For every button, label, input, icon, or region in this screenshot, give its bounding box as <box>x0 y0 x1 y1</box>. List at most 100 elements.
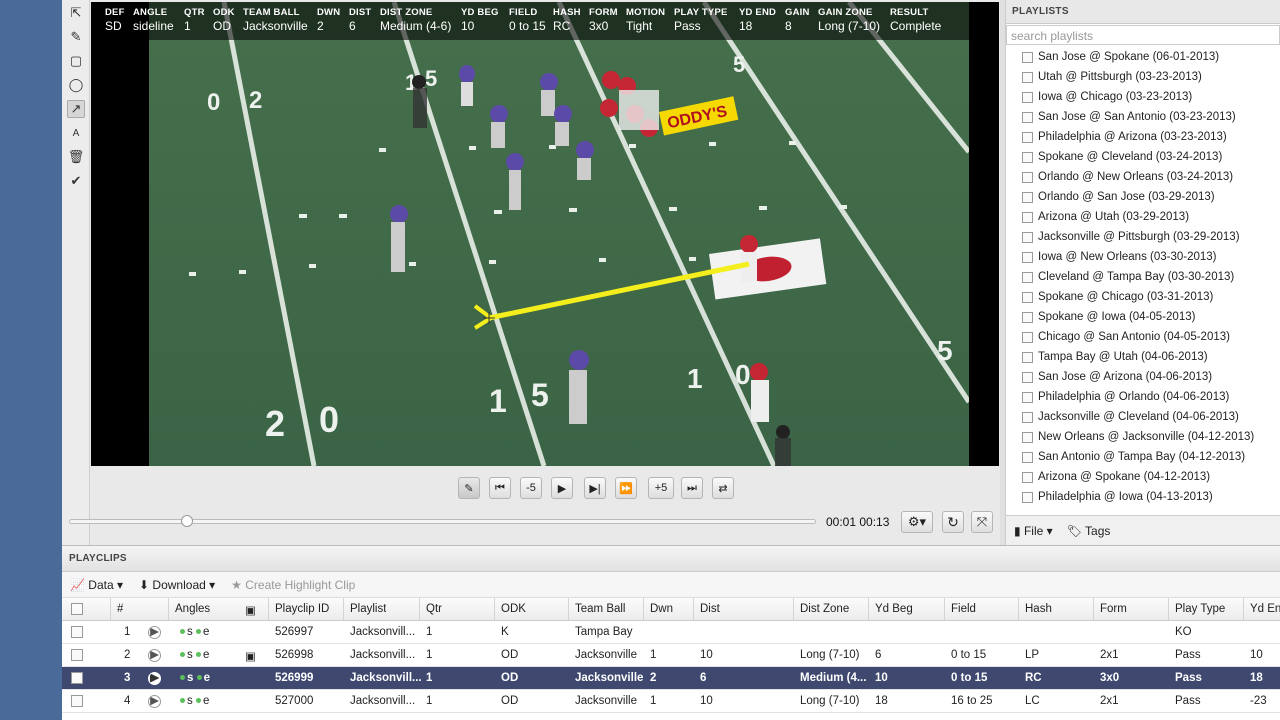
column-header[interactable]: Field <box>951 603 976 615</box>
column-header[interactable]: Team Ball <box>575 603 626 615</box>
row-checkbox[interactable] <box>71 649 83 661</box>
arrow-line-icon[interactable]: ↗ <box>67 100 85 118</box>
column-header[interactable]: Yd End <box>1250 603 1280 615</box>
trash-icon[interactable]: 🗑 <box>67 148 85 166</box>
playlist-item[interactable]: Tampa Bay @ Utah (04-06-2013) <box>1006 347 1280 367</box>
playlist-item[interactable]: Spokane @ Chicago (03-31-2013) <box>1006 287 1280 307</box>
play-button[interactable]: ▶ <box>551 477 573 499</box>
playlist-item[interactable]: Orlando @ San Jose (03-29-2013) <box>1006 187 1280 207</box>
download-menu-button[interactable]: ⬇ Download ▾ <box>139 578 215 592</box>
playlist-item[interactable]: San Jose @ Arizona (04-06-2013) <box>1006 367 1280 387</box>
file-menu-button[interactable]: ▮ File ▾ <box>1014 524 1053 538</box>
playlist-checkbox[interactable] <box>1022 211 1033 223</box>
playlist-checkbox[interactable] <box>1022 451 1033 463</box>
playlist-item[interactable]: Arizona @ Spokane (04-12-2013) <box>1006 467 1280 487</box>
column-header[interactable]: Playlist <box>350 603 386 615</box>
text-icon[interactable]: A <box>67 124 85 142</box>
next-clip-button[interactable]: ⏭ <box>681 477 703 499</box>
create-highlight-clip-button[interactable]: ★ Create Highlight Clip <box>231 578 355 592</box>
select-all-checkbox[interactable] <box>71 603 83 615</box>
playlist-checkbox[interactable] <box>1022 111 1033 123</box>
tags-button[interactable]: 🏷 Tags <box>1067 524 1111 538</box>
playlist-item[interactable]: Philadelphia @ Arizona (03-23-2013) <box>1006 127 1280 147</box>
column-header[interactable]: Hash <box>1025 603 1052 615</box>
playlist-checkbox[interactable] <box>1022 431 1033 443</box>
column-header[interactable]: # <box>117 603 123 615</box>
play-clip-icon[interactable]: ▶ <box>148 649 161 662</box>
back-5-button[interactable]: -5 <box>520 477 542 499</box>
play-clip-icon[interactable]: ▶ <box>148 626 161 639</box>
fast-forward-button[interactable]: ⏩ <box>615 477 637 499</box>
select-arrow-icon[interactable]: ⇱ <box>67 4 85 22</box>
playlist-checkbox[interactable] <box>1022 71 1033 83</box>
column-header[interactable]: Dist Zone <box>800 603 849 615</box>
playlist-checkbox[interactable] <box>1022 311 1033 323</box>
playlist-item[interactable]: Spokane @ Cleveland (03-24-2013) <box>1006 147 1280 167</box>
column-header[interactable]: Qtr <box>426 603 442 615</box>
playlist-item[interactable]: Chicago @ San Antonio (04-05-2013) <box>1006 327 1280 347</box>
row-checkbox[interactable] <box>71 672 83 684</box>
video-player[interactable]: 0 2 1 5 2 0 1 5 1 0 5 5 ODDY'S DEF SD AN… <box>91 2 999 466</box>
playlist-item[interactable]: San Antonio @ Tampa Bay (04-12-2013) <box>1006 447 1280 467</box>
playlist-checkbox[interactable] <box>1022 131 1033 143</box>
timeline-slider[interactable] <box>69 515 816 527</box>
playlist-item[interactable]: Utah @ Pittsburgh (03-23-2013) <box>1006 67 1280 87</box>
playlist-item[interactable]: Jacksonville @ Pittsburgh (03-29-2013) <box>1006 227 1280 247</box>
table-row[interactable]: ▶ 1 s e 526997 Jacksonvill... 1 K Tampa Bay KO <box>62 621 1280 644</box>
table-row[interactable]: ▶ 3 s e 526999 Jacksonvill... 1 OD Jacksonvill… <box>62 667 1280 690</box>
shuffle-button[interactable]: ⇄ <box>712 477 734 499</box>
playlist-item[interactable]: San Jose @ San Antonio (03-23-2013) <box>1006 107 1280 127</box>
play-clip-icon[interactable]: ▶ <box>148 672 161 685</box>
row-checkbox[interactable] <box>71 695 83 707</box>
column-header[interactable]: Playclip ID <box>275 603 329 615</box>
circle-icon[interactable]: ◯ <box>67 76 85 94</box>
playlist-checkbox[interactable] <box>1022 331 1033 343</box>
column-header[interactable]: Dist <box>700 603 720 615</box>
playlist-search-input[interactable]: search playlists <box>1006 25 1280 45</box>
play-clip-icon[interactable]: ▶ <box>148 695 161 708</box>
data-menu-button[interactable]: 📈 Data ▾ <box>70 578 123 592</box>
playlist-item[interactable]: San Jose @ Spokane (06-01-2013) <box>1006 47 1280 67</box>
playlist-checkbox[interactable] <box>1022 231 1033 243</box>
playlist-checkbox[interactable] <box>1022 351 1033 363</box>
step-forward-button[interactable]: ▶| <box>584 477 606 499</box>
playlist-item[interactable]: New Orleans @ Jacksonville (04-12-2013) <box>1006 427 1280 447</box>
draw-toggle-button[interactable]: ✎ <box>458 477 480 499</box>
column-header[interactable]: ODK <box>501 603 526 615</box>
forward-5-button[interactable]: +5 <box>648 477 674 499</box>
playlist-item[interactable]: Orlando @ New Orleans (03-24-2013) <box>1006 167 1280 187</box>
previous-clip-button[interactable]: ⏮ <box>489 477 511 499</box>
playlist-checkbox[interactable] <box>1022 91 1033 103</box>
fullscreen-button[interactable]: ⤧ <box>971 511 993 533</box>
playlist-checkbox[interactable] <box>1022 151 1033 163</box>
refresh-button[interactable]: ↻ <box>942 511 964 533</box>
playlist-checkbox[interactable] <box>1022 291 1033 303</box>
playlist-item[interactable]: Cleveland @ Tampa Bay (03-30-2013) <box>1006 267 1280 287</box>
thumbnail-icon[interactable]: ▣ <box>245 649 256 663</box>
playlist-checkbox[interactable] <box>1022 391 1033 403</box>
table-row[interactable]: ▶ ▣ 2 s e 526998 Jacksonvill... 1 OD Jacksonvil… <box>62 644 1280 667</box>
playlist-item[interactable]: Iowa @ Chicago (03-23-2013) <box>1006 87 1280 107</box>
pencil-icon[interactable]: ✎ <box>67 28 85 46</box>
playlist-item[interactable]: Philadelphia @ Orlando (04-06-2013) <box>1006 387 1280 407</box>
playlist-item[interactable]: Spokane @ Iowa (04-05-2013) <box>1006 307 1280 327</box>
column-header[interactable]: Angles <box>175 603 210 615</box>
rectangle-icon[interactable]: ▢ <box>67 52 85 70</box>
row-checkbox[interactable] <box>71 626 83 638</box>
playlist-item[interactable]: Jacksonville @ Cleveland (04-06-2013) <box>1006 407 1280 427</box>
column-header[interactable]: Dwn <box>650 603 673 615</box>
column-header[interactable]: Yd Beg <box>875 603 913 615</box>
playlist-item[interactable]: Arizona @ Utah (03-29-2013) <box>1006 207 1280 227</box>
playlist-checkbox[interactable] <box>1022 171 1033 183</box>
playlist-checkbox[interactable] <box>1022 371 1033 383</box>
playlist-item[interactable]: Philadelphia @ Iowa (04-13-2013) <box>1006 487 1280 507</box>
timeline-handle[interactable] <box>181 515 193 527</box>
playlist-item[interactable]: Iowa @ New Orleans (03-30-2013) <box>1006 247 1280 267</box>
table-row[interactable]: ▶ 4 s e 527000 Jacksonvill... 1 OD Jacksonvill… <box>62 690 1280 713</box>
column-header[interactable]: Play Type <box>1175 603 1225 615</box>
playlist-checkbox[interactable] <box>1022 411 1033 423</box>
playlist-checkbox[interactable] <box>1022 271 1033 283</box>
playlist-checkbox[interactable] <box>1022 51 1033 63</box>
playlist-checkbox[interactable] <box>1022 251 1033 263</box>
playlist-checkbox[interactable] <box>1022 471 1033 483</box>
